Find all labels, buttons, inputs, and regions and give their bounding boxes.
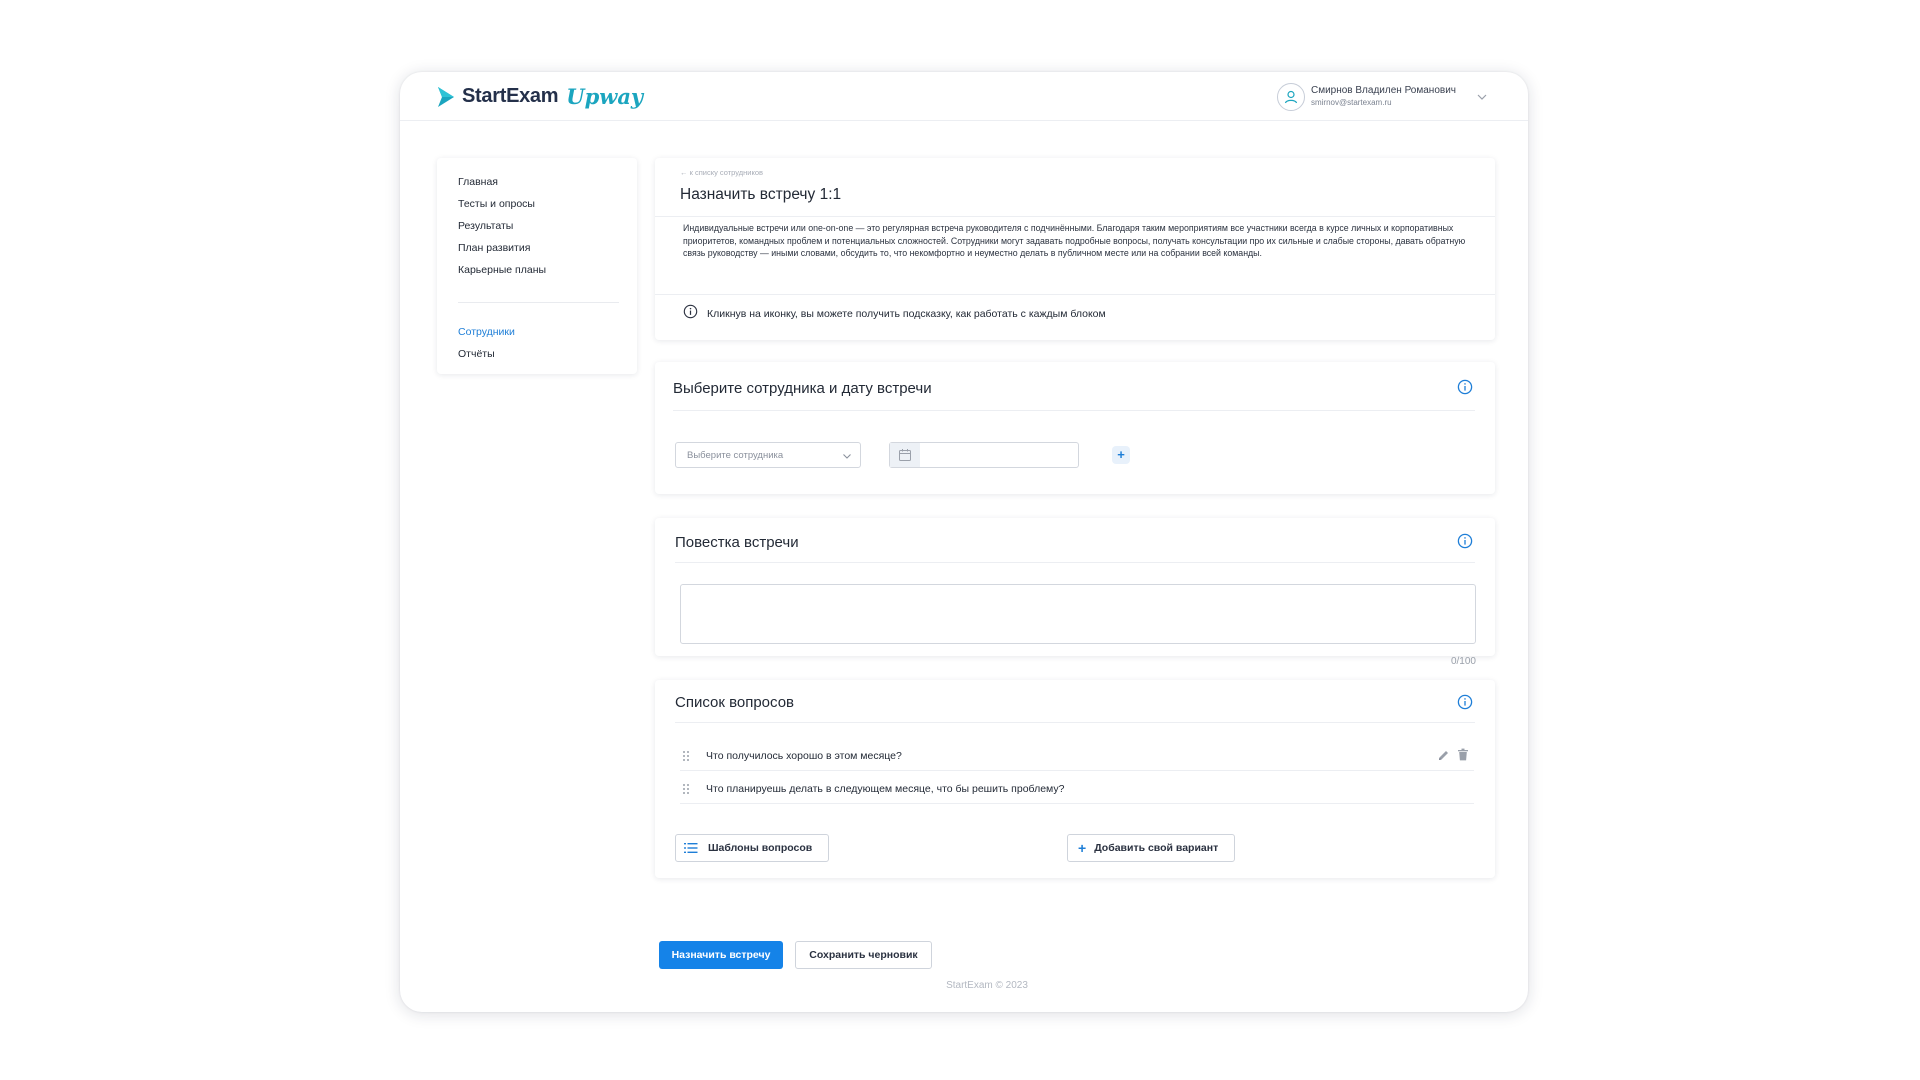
row-divider	[680, 803, 1474, 804]
calendar-button[interactable]	[890, 443, 920, 467]
sidebar-item-development-plan[interactable]: План развития	[458, 242, 530, 254]
sidebar-item-employees[interactable]: Сотрудники	[458, 326, 515, 338]
save-draft-button[interactable]: Сохранить черновик	[795, 941, 932, 969]
pencil-icon[interactable]	[1437, 749, 1450, 762]
divider	[673, 410, 1475, 411]
question-templates-label: Шаблоны вопросов	[708, 842, 813, 854]
logo-play-icon	[438, 86, 454, 107]
user-info: Смирнов Владилен Романович smirnov@start…	[1311, 85, 1456, 109]
section-title: Повестка встречи	[675, 534, 799, 551]
section-title: Список вопросов	[675, 694, 795, 711]
logo-text: StartExam	[462, 85, 559, 107]
divider	[655, 216, 1495, 217]
add-custom-question-label: Добавить свой вариант	[1094, 842, 1219, 854]
add-custom-question-button[interactable]: + Добавить свой вариант	[1067, 834, 1235, 862]
schedule-meeting-button[interactable]: Назначить встречу	[659, 941, 783, 969]
divider	[675, 562, 1475, 563]
user-name: Смирнов Владилен Романович	[1310, 85, 1456, 96]
info-icon[interactable]	[1457, 694, 1473, 710]
avatar	[1276, 83, 1305, 111]
sidebar: Главная Тесты и опросы Результаты План р…	[437, 158, 637, 374]
question-text: Что планируешь делать в следующем месяце…	[706, 783, 1065, 795]
user-email: smirnov@startexam.ru	[1310, 98, 1392, 107]
info-icon[interactable]	[1457, 533, 1473, 549]
sidebar-item-career-plans[interactable]: Карьерные планы	[458, 264, 546, 276]
user-icon	[1284, 90, 1298, 104]
calendar-icon	[899, 449, 911, 461]
sidebar-item-home[interactable]: Главная	[458, 176, 498, 188]
top-bar: StartExam Upway Смирнов Владилен Романов…	[400, 72, 1528, 121]
sidebar-item-results[interactable]: Результаты	[458, 220, 513, 232]
agenda-card: Повестка встречи 0/100	[655, 518, 1495, 667]
drag-handle-icon[interactable]	[682, 750, 690, 762]
add-participant-button[interactable]: +	[1112, 446, 1130, 464]
divider	[655, 294, 1495, 295]
info-icon	[683, 304, 698, 319]
hint-text: Кликнув на иконку, вы можете получить по…	[707, 308, 1106, 320]
employee-date-card: Выберите сотрудника и дату встречи Выбер…	[655, 362, 1495, 494]
plus-icon: +	[1078, 840, 1087, 856]
logo-subtitle: Upway	[566, 84, 644, 109]
sidebar-divider	[458, 302, 619, 303]
employee-select[interactable]: Выберите сотрудника	[675, 442, 861, 468]
sidebar-item-tests[interactable]: Тесты и опросы	[458, 198, 535, 210]
question-text: Что получилось хорошо в этом месяце?	[706, 750, 902, 762]
app-window: StartExam Upway Смирнов Владилен Романов…	[400, 72, 1528, 1012]
trash-icon[interactable]	[1457, 748, 1469, 761]
employee-select-placeholder: Выберите сотрудника	[687, 449, 784, 461]
logo[interactable]: StartExam Upway	[436, 84, 643, 109]
drag-handle-icon[interactable]	[682, 783, 690, 795]
date-input[interactable]	[889, 442, 1079, 468]
section-title: Выберите сотрудника и дату встречи	[673, 380, 932, 397]
page-title: Назначить встречу 1:1	[680, 186, 842, 203]
questions-card: Список вопросов Что получилось хорошо в …	[655, 680, 1495, 878]
chevron-down-icon	[843, 454, 851, 459]
question-row[interactable]: Что планируешь делать в следующем месяце…	[680, 771, 1474, 804]
description-text: Индивидуальные встречи или one-on-one — …	[683, 223, 1466, 258]
character-counter: 0/100	[1450, 656, 1476, 667]
list-icon	[684, 843, 698, 853]
intro-card: ← к списку сотрудников Назначить встречу…	[655, 158, 1495, 340]
divider	[675, 722, 1475, 723]
user-menu[interactable]: Смирнов Владилен Романович smirnov@start…	[1276, 83, 1488, 111]
chevron-down-icon[interactable]	[1476, 91, 1488, 103]
sidebar-item-reports[interactable]: Отчёты	[458, 348, 495, 360]
info-icon[interactable]	[1457, 379, 1473, 395]
question-row[interactable]: Что получилось хорошо в этом месяце?	[680, 738, 1474, 771]
question-templates-button[interactable]: Шаблоны вопросов	[675, 834, 829, 862]
agenda-textarea[interactable]	[680, 584, 1476, 644]
back-link[interactable]: ← к списку сотрудников	[680, 168, 763, 177]
footer-copyright: StartExam © 2023	[946, 980, 1028, 991]
